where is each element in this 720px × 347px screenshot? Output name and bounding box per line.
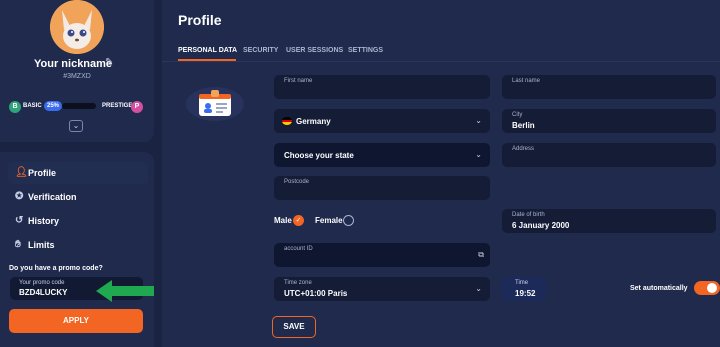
- first-name-field[interactable]: First name: [274, 75, 490, 99]
- germany-flag-icon: [282, 117, 292, 125]
- set-automatically-label: Set automatically: [630, 285, 688, 292]
- active-tab-indicator: [178, 59, 236, 61]
- profile-card: Your nickname ✎ #3MZXD B BASIC 25% PREST…: [0, 0, 154, 142]
- sidebar-item-label: Profile: [28, 168, 57, 178]
- dob-label: Date of birth: [512, 212, 545, 218]
- level-progress-bar: [62, 103, 96, 109]
- gender-female-label: Female: [315, 216, 343, 225]
- tab-security[interactable]: SECURITY: [243, 47, 278, 54]
- tab-personal-data[interactable]: PERSONAL DATA: [178, 47, 237, 54]
- tab-settings[interactable]: SETTINGS: [348, 47, 383, 54]
- hand-icon: ✋︎: [15, 239, 21, 250]
- green-arrow-icon: [96, 280, 154, 302]
- first-name-label: First name: [284, 78, 313, 84]
- toggle-knob: [707, 283, 717, 293]
- date-of-birth-field[interactable]: Date of birth 6 January 2000: [502, 209, 716, 233]
- next-level-label: PRESTIGE: [102, 103, 133, 109]
- account-id-label: account ID: [284, 246, 313, 252]
- sidebar-item-limits[interactable]: ✋︎ Limits: [8, 234, 148, 256]
- tab-user-sessions[interactable]: USER SESSIONS: [286, 47, 343, 54]
- city-input[interactable]: Berlin: [512, 121, 535, 130]
- current-level-label: BASIC: [23, 103, 42, 109]
- expand-levels-button[interactable]: ⌄: [69, 120, 83, 132]
- city-field[interactable]: City Berlin: [502, 109, 716, 133]
- user-icon: 👤︎: [15, 167, 28, 178]
- set-automatically-toggle[interactable]: [694, 281, 720, 295]
- address-field[interactable]: Address: [502, 143, 716, 167]
- save-button[interactable]: SAVE: [272, 316, 316, 338]
- page-title: Profile: [178, 12, 222, 28]
- gender-male-radio[interactable]: ✓: [293, 215, 304, 226]
- sidebar-item-profile[interactable]: 👤︎ Profile: [8, 162, 148, 184]
- chevron-down-icon: ⌄: [475, 150, 482, 159]
- last-name-label: Last name: [512, 78, 541, 84]
- edit-pencil-icon[interactable]: ✎: [105, 57, 113, 68]
- dob-input[interactable]: 6 January 2000: [512, 221, 569, 230]
- city-label: City: [512, 112, 523, 118]
- sidebar-item-verification[interactable]: ✪ Verification: [8, 186, 148, 208]
- history-icon: ↺: [15, 215, 24, 226]
- promo-question: Do you have a promo code?: [9, 265, 103, 272]
- promo-code-label: Your promo code: [19, 280, 65, 286]
- state-select[interactable]: Choose your state ⌄: [274, 143, 490, 167]
- copy-icon[interactable]: ⧉: [478, 250, 484, 260]
- timezone-label: Time zone: [284, 280, 312, 286]
- address-label: Address: [512, 146, 535, 152]
- id-card-icon: [199, 90, 231, 116]
- sidebar-item-label: Verification: [28, 192, 77, 202]
- postcode-label: Postcode: [284, 179, 310, 185]
- fox-avatar-icon: [50, 0, 104, 54]
- country-value: Germany: [296, 117, 331, 126]
- verified-icon: ✪: [15, 191, 24, 202]
- promo-code-input[interactable]: BZD4LUCKY: [19, 288, 67, 297]
- sidebar-item-label: Limits: [28, 240, 55, 250]
- prestige-level-icon: P: [131, 101, 143, 113]
- state-placeholder: Choose your state: [284, 151, 354, 160]
- time-label: Time: [515, 280, 529, 286]
- chevron-down-icon: ⌄: [475, 284, 482, 293]
- apply-button[interactable]: APPLY: [9, 309, 143, 333]
- chevron-down-icon: ⌄: [475, 116, 482, 125]
- sidebar-item-history[interactable]: ↺ History: [8, 210, 148, 232]
- level-progress-badge: 25%: [44, 101, 63, 111]
- last-name-field[interactable]: Last name: [502, 75, 716, 99]
- chevron-down-icon: ⌄: [72, 121, 80, 130]
- user-id: #3MZXD: [63, 73, 91, 80]
- basic-level-icon: B: [9, 101, 21, 113]
- tabs-divider: [162, 61, 720, 62]
- sidebar-item-label: History: [28, 216, 60, 226]
- time-value[interactable]: 19:52: [515, 289, 535, 298]
- time-field[interactable]: Time 19:52: [502, 277, 546, 301]
- gender-male-label: Male: [274, 216, 292, 225]
- country-select[interactable]: Germany ⌄: [274, 109, 490, 133]
- timezone-value: UTC+01:00 Paris: [284, 289, 348, 298]
- nickname: Your nickname: [34, 58, 113, 70]
- gender-female-radio[interactable]: [343, 215, 354, 226]
- avatar[interactable]: [50, 0, 104, 54]
- timezone-select[interactable]: Time zone UTC+01:00 Paris ⌄: [274, 277, 490, 301]
- account-id-field: account ID ⧉: [274, 243, 490, 267]
- postcode-field[interactable]: Postcode: [274, 176, 490, 200]
